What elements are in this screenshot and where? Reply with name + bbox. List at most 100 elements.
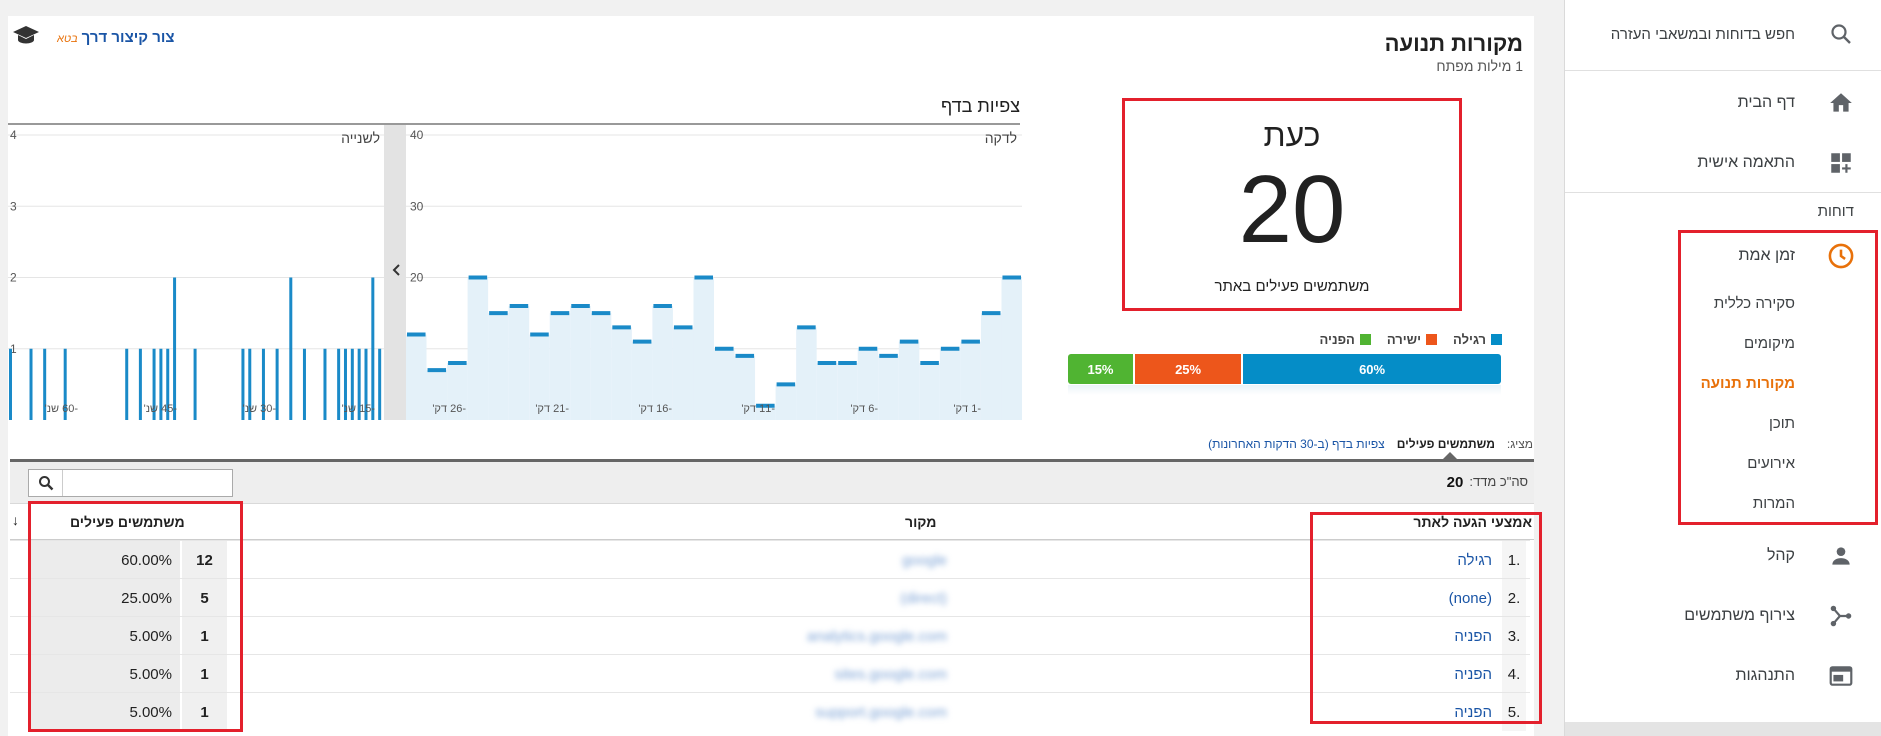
nav-acquisition[interactable]: צירוף משתמשים [1564,591,1881,641]
minute-point [632,339,652,344]
minute-point [673,325,693,330]
total-label: סה"כ מדד: [1469,474,1528,489]
dashboard-add-icon [1827,149,1855,177]
second-bar [173,277,177,420]
minute-point [591,311,611,316]
nav-behavior-label: התנהגות [1735,667,1795,684]
col-source-header[interactable]: מקור [905,514,936,530]
nav-home[interactable]: דף הבית [1564,78,1881,128]
minute-point [797,325,816,330]
minute-area [508,306,530,420]
minute-point [653,304,672,308]
home-icon [1827,89,1855,117]
y-tick-label: 20 [410,271,424,285]
nav-behavior[interactable]: התנהגות [1564,651,1881,701]
second-bar [125,348,129,420]
nav-customization[interactable]: התאמה אישית [1564,138,1881,188]
share-segment: 60% [1243,354,1501,384]
nav-audience-label: קהל [1766,547,1795,564]
tab-active-users[interactable]: משתמשים פעילים [1397,437,1495,451]
legend-direct-label: ישירה [1386,332,1422,347]
y-tick-label: 4 [10,128,17,142]
divider [1565,192,1881,193]
divider [1565,70,1881,71]
share-segment: 15% [1068,354,1133,384]
share-segment: 25% [1134,354,1242,384]
x-tick-label: -15 שנ' [342,403,376,415]
per-second-label: לשנייה [341,130,380,146]
metric-tabs: מציג: משתמשים פעילים צפיות בדף (ב-30 הדק… [1208,437,1533,451]
minute-area [878,355,899,420]
minute-point [612,325,631,330]
row-source[interactable]: sites.google.com [762,655,947,693]
row-source[interactable]: support.google.com [762,693,947,731]
search-icon[interactable] [1827,20,1855,48]
search-icon[interactable] [29,470,63,496]
x-tick-label: -30 שנ' [243,403,277,415]
minute-point [920,361,939,365]
total-value: 20 [1446,474,1464,491]
second-bar [371,277,375,420]
minute-point [981,311,1001,316]
nav-acquisition-label: צירוף משתמשים [1684,607,1795,624]
y-tick-label: 30 [410,199,424,213]
minute-point [715,346,734,351]
chart-splitter[interactable] [384,125,406,420]
behavior-icon [1827,662,1855,690]
x-tick-label: -1 דק' [953,403,981,415]
x-tick-label: -26 דק' [432,403,466,415]
referral-swatch [1359,334,1371,345]
pageviews-title: צפיות בדף [941,96,1020,116]
minute-point [838,361,857,365]
row-source[interactable]: (direct) [762,579,947,617]
sort-arrow-icon[interactable]: ↓ [12,512,19,528]
minute-area [980,313,1002,420]
x-tick-label: -16 דק' [638,403,672,415]
nav-home-label: דף הבית [1737,94,1795,111]
table-search-input[interactable] [63,470,232,496]
legend-referral: הפניה [1320,332,1371,347]
row-source[interactable]: analytics.google.com [762,617,947,655]
create-shortcut-link[interactable]: צור קיצור דרך [82,29,175,46]
y-tick-label: 40 [410,128,424,142]
sidebar-footer [1565,722,1881,736]
page-title: מקורות תנועה [1384,31,1523,56]
minute-point [858,346,878,351]
second-bar [138,348,142,420]
total-metric: סה"כ מדד: 20 [1447,474,1528,491]
minute-area [611,327,632,420]
reports-header: דוחות [1817,203,1854,220]
minute-area [775,384,797,420]
minute-point [961,339,980,344]
row-source[interactable]: google [762,541,947,579]
second-bar [275,348,279,420]
highlight-realtime-menu [1678,230,1878,525]
search-row[interactable]: חפש בדוחות ובמשאבי העזרה [1564,8,1881,60]
minute-point [509,304,529,308]
legend-direct: ישירה [1386,332,1438,347]
minute-area [467,277,489,420]
organic-swatch [1491,334,1502,345]
shortcut-area: צור קיצור דרך בטא [57,29,175,46]
legend-organic-label: רגילה [1453,332,1486,347]
search-input[interactable]: חפש בדוחות ובמשאבי העזרה [1611,26,1795,43]
table-search-box[interactable] [28,469,233,497]
minute-point [940,346,960,351]
per-minute-label: לדקה [984,130,1017,146]
minute-point [694,275,713,280]
second-bar [289,277,293,420]
direct-swatch [1426,334,1438,345]
legend-referral-label: הפניה [1319,332,1355,347]
table-toolbar [10,462,1534,504]
minute-point [550,311,570,316]
minute-point [1002,275,1021,280]
minute-point [571,304,590,308]
second-bar [323,348,327,420]
minute-area [714,348,735,420]
second-bar [378,348,382,420]
highlight-active-users-column [28,501,243,732]
nav-audience[interactable]: קהל [1564,531,1881,581]
x-tick-label: -60 שנ' [45,403,79,415]
graduation-cap-icon[interactable] [12,24,40,51]
tab-pageviews[interactable]: צפיות בדף (ב-30 הדקות האחרונות) [1208,437,1385,451]
